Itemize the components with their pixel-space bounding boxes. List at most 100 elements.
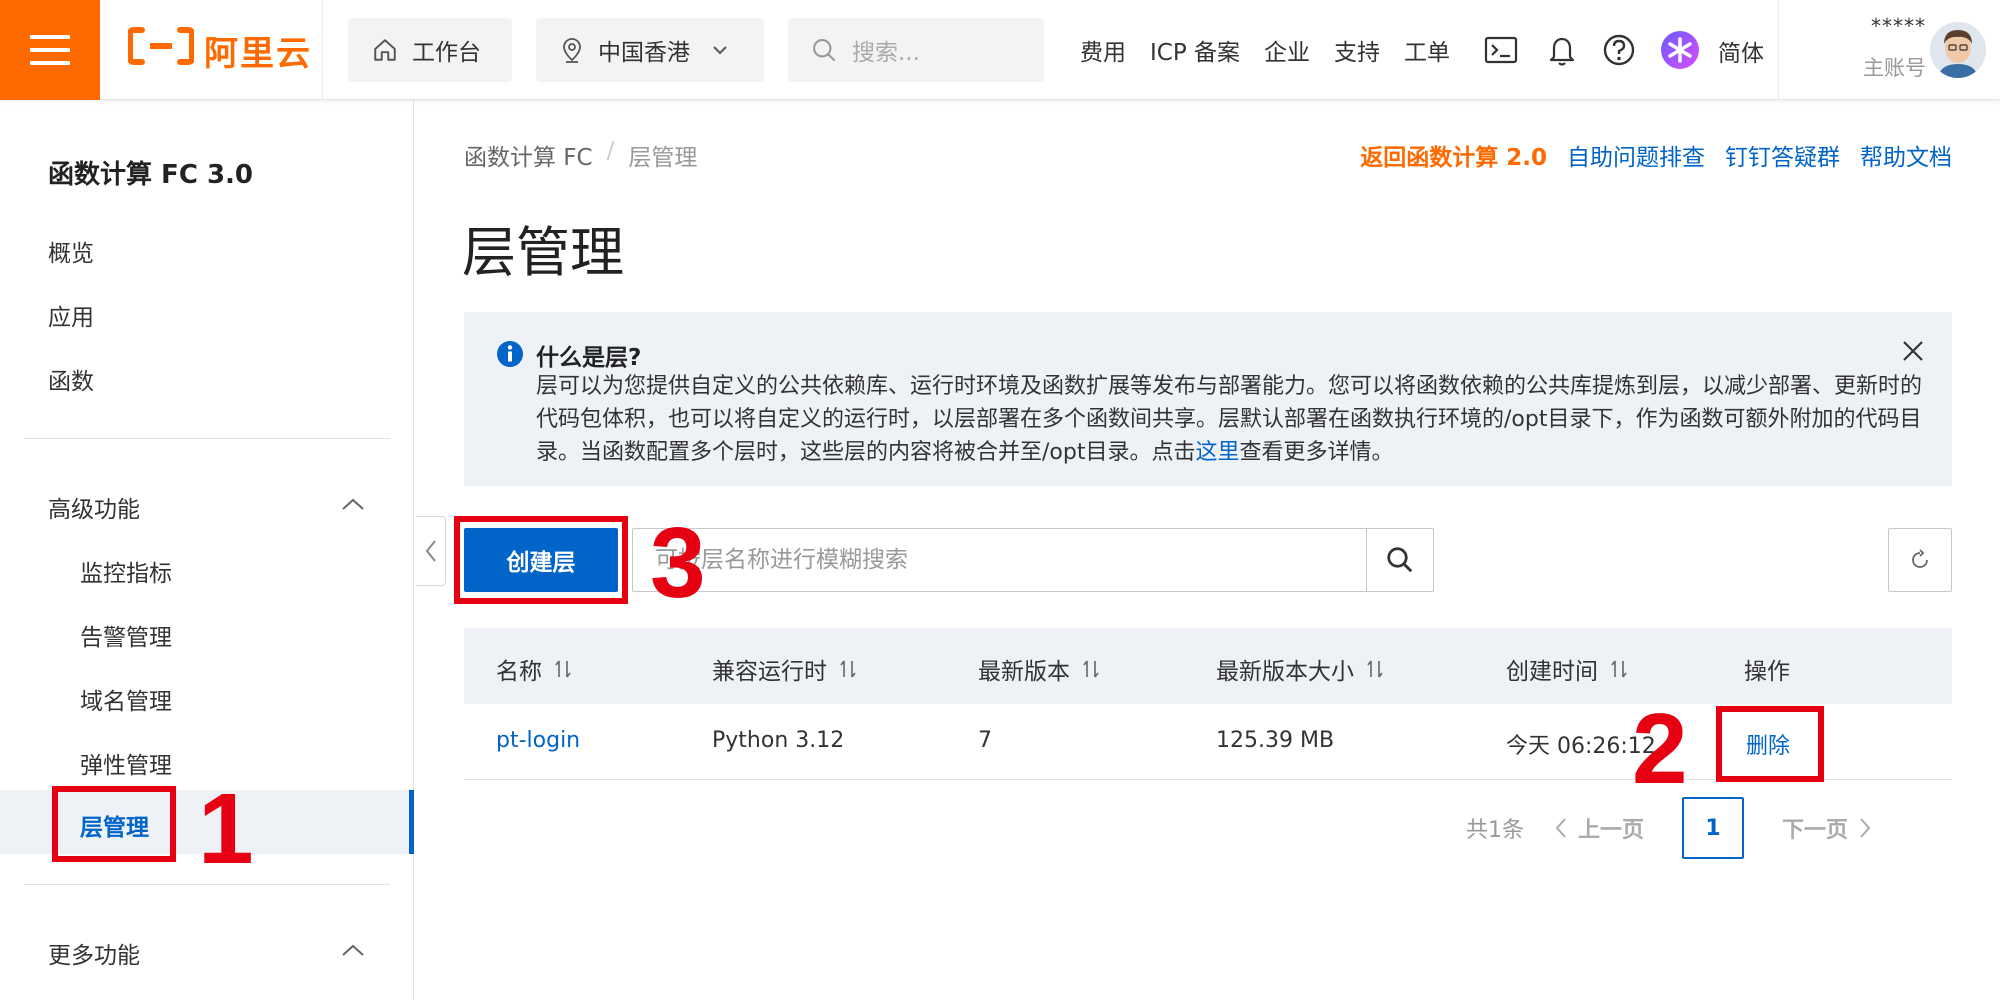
- column-actions-label: 操作: [1744, 659, 1790, 685]
- divider: [24, 438, 390, 439]
- sort-icon: [1083, 660, 1099, 678]
- sort-icon: [1367, 660, 1383, 678]
- page-number-current[interactable]: 1: [1682, 797, 1745, 859]
- region-selector[interactable]: 中国香港: [536, 18, 764, 82]
- info-notice: 什么是层? 层可以为您提供自定义的公共依赖库、运行时环境及函数扩展等发布与部署能…: [464, 312, 1952, 486]
- layer-search-box: [632, 528, 1368, 592]
- refresh-button[interactable]: [1888, 528, 1952, 592]
- nav-icp[interactable]: ICP 备案: [1150, 33, 1240, 67]
- notice-more-link[interactable]: 这里: [1195, 440, 1239, 465]
- sidebar-item-overview[interactable]: 概览: [48, 234, 94, 268]
- column-size[interactable]: 最新版本大小: [1216, 652, 1384, 686]
- avatar[interactable]: [1930, 22, 1986, 78]
- column-size-label: 最新版本大小: [1216, 659, 1354, 685]
- sidebar-item-functions[interactable]: 函数: [48, 362, 94, 396]
- sidebar-collapse-toggle[interactable]: [416, 516, 446, 586]
- bell-icon[interactable]: [1546, 33, 1578, 67]
- table-header: 名称 兼容运行时 最新版本 最新版本大小 创建时间 操作: [464, 628, 1952, 704]
- sort-icon: [840, 660, 856, 678]
- column-created[interactable]: 创建时间: [1506, 652, 1628, 686]
- region-label: 中国香港: [598, 40, 690, 66]
- language-switch[interactable]: 简体: [1718, 34, 1764, 68]
- sidebar-item-domains[interactable]: 域名管理: [80, 682, 172, 716]
- column-actions: 操作: [1744, 652, 1790, 686]
- breadcrumb-separator: /: [606, 138, 615, 164]
- aliyun-logo[interactable]: 阿里云: [127, 26, 312, 74]
- account-info[interactable]: ***** 主账号: [1840, 14, 1926, 82]
- nav-ticket[interactable]: 工单: [1404, 33, 1450, 67]
- search-button[interactable]: [1366, 528, 1434, 592]
- chevron-up-icon[interactable]: [340, 938, 366, 964]
- annotation-box-2: [1716, 706, 1824, 782]
- search-icon: [1387, 547, 1413, 573]
- global-search[interactable]: 搜索...: [788, 18, 1044, 82]
- refresh-icon: [1912, 549, 1928, 568]
- sort-icon: [1611, 660, 1627, 678]
- top-nav-links: 费用 ICP 备案 企业 支持 工单: [1080, 0, 1450, 100]
- column-version[interactable]: 最新版本: [978, 652, 1100, 686]
- divider: [322, 0, 323, 100]
- aliyun-logo-text: 阿里云: [204, 33, 312, 74]
- prev-page-button[interactable]: 上一页: [1554, 812, 1644, 844]
- column-runtime-label: 兼容运行时: [712, 659, 827, 685]
- sidebar-item-apps[interactable]: 应用: [48, 298, 94, 332]
- close-icon[interactable]: [1900, 338, 1926, 364]
- back-to-v2-link[interactable]: 返回函数计算 2.0: [1360, 138, 1547, 172]
- column-name[interactable]: 名称: [496, 652, 572, 686]
- account-name: *****: [1871, 14, 1926, 38]
- layer-size: 125.39 MB: [1216, 728, 1335, 753]
- home-icon: [374, 39, 396, 61]
- self-help-link[interactable]: 自助问题排查: [1567, 138, 1705, 172]
- chevron-left-icon: [425, 540, 436, 562]
- layer-name-link[interactable]: pt-login: [496, 728, 580, 753]
- next-page-label: 下一页: [1782, 818, 1849, 843]
- chevron-up-icon[interactable]: [340, 492, 366, 518]
- nav-billing[interactable]: 费用: [1080, 33, 1126, 67]
- dingtalk-link[interactable]: 钉钉答疑群: [1725, 138, 1840, 172]
- layer-runtime: Python 3.12: [712, 728, 845, 753]
- prev-page-label: 上一页: [1578, 818, 1645, 843]
- sidebar-item-alerts[interactable]: 告警管理: [80, 618, 172, 652]
- sidebar-group-more[interactable]: 更多功能: [48, 936, 140, 970]
- annotation-number-1: 1: [198, 773, 254, 885]
- layer-version: 7: [978, 728, 992, 753]
- nav-support[interactable]: 支持: [1334, 33, 1380, 67]
- chevron-down-icon: [713, 46, 727, 55]
- header-links: 返回函数计算 2.0 自助问题排查 钉钉答疑群 帮助文档: [1360, 138, 1952, 172]
- help-docs-link[interactable]: 帮助文档: [1860, 138, 1952, 172]
- breadcrumb-current: 层管理: [628, 145, 698, 171]
- workbench-button[interactable]: 工作台: [348, 18, 512, 82]
- layer-search-input[interactable]: [655, 529, 1335, 591]
- chevron-left-icon: [1555, 818, 1566, 838]
- annotation-box-3: [454, 516, 628, 604]
- chevron-right-icon: [1860, 818, 1871, 838]
- search-icon: [813, 39, 836, 62]
- notice-body: 层可以为您提供自定义的公共依赖库、运行时环境及函数扩展等发布与部署能力。您可以将…: [536, 370, 1922, 469]
- sidebar-item-metrics[interactable]: 监控指标: [80, 554, 172, 588]
- annotation-box-1: [52, 786, 176, 862]
- sort-icon: [555, 660, 571, 678]
- next-page-button[interactable]: 下一页: [1782, 812, 1872, 844]
- top-nav-icons: [1484, 0, 1700, 100]
- column-created-label: 创建时间: [1506, 659, 1598, 685]
- page-title: 层管理: [462, 221, 624, 284]
- breadcrumb: 函数计算 FC / 层管理: [464, 138, 697, 172]
- terminal-icon[interactable]: [1484, 35, 1518, 65]
- annotation-number-2: 2: [1632, 693, 1688, 805]
- notice-text-end: 查看更多详情。: [1239, 440, 1394, 465]
- column-version-label: 最新版本: [978, 659, 1070, 685]
- column-runtime[interactable]: 兼容运行时: [712, 652, 857, 686]
- help-icon[interactable]: [1602, 33, 1636, 67]
- divider: [1778, 0, 1779, 100]
- notice-title: 什么是层?: [536, 345, 642, 371]
- location-pin-icon: [563, 38, 581, 63]
- sidebar-item-elastic[interactable]: 弹性管理: [80, 746, 172, 780]
- sidebar-title: 函数计算 FC 3.0: [48, 160, 254, 190]
- nav-enterprise[interactable]: 企业: [1264, 33, 1310, 67]
- ai-assistant-icon[interactable]: [1660, 30, 1700, 70]
- menu-icon[interactable]: [0, 0, 100, 100]
- breadcrumb-root[interactable]: 函数计算 FC: [464, 138, 593, 172]
- sidebar-group-advanced[interactable]: 高级功能: [48, 490, 140, 524]
- workbench-label: 工作台: [412, 40, 481, 66]
- global-search-placeholder: 搜索...: [852, 40, 920, 66]
